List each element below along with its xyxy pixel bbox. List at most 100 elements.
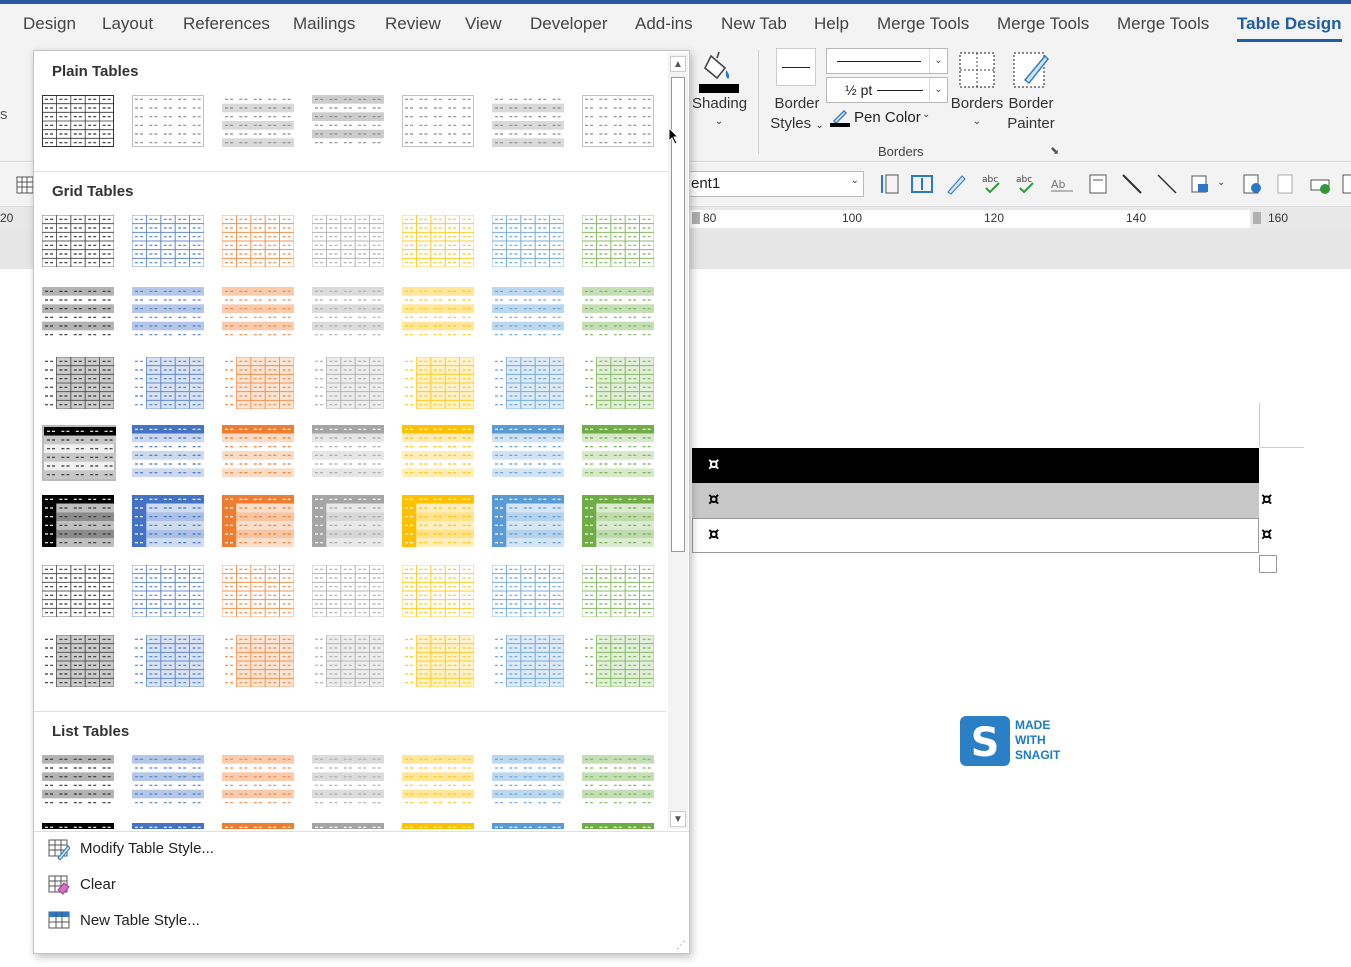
- table-style-thumb[interactable]: [42, 357, 116, 413]
- table-style-thumb[interactable]: [222, 425, 296, 481]
- tab-view[interactable]: View: [465, 14, 502, 34]
- table-style-thumb[interactable]: [222, 495, 296, 551]
- table-style-thumb[interactable]: [492, 357, 566, 413]
- table-style-thumb[interactable]: [42, 425, 116, 481]
- table-style-thumb[interactable]: [132, 755, 206, 811]
- clear-table-style-item[interactable]: Clear: [48, 871, 668, 899]
- table-row[interactable]: ¤: [692, 448, 1259, 483]
- table-style-thumb[interactable]: [492, 95, 566, 151]
- table-style-thumb[interactable]: [582, 357, 656, 413]
- pen-weight-combo[interactable]: ½ pt ⌄: [826, 77, 948, 103]
- tab-merge-tools-3[interactable]: Merge Tools: [1117, 14, 1209, 34]
- table-style-thumb[interactable]: [132, 565, 206, 621]
- modify-table-style-item[interactable]: Modify Table Style...: [48, 835, 668, 863]
- style-combo[interactable]: ent1 ⌄: [688, 171, 864, 197]
- table-style-thumb[interactable]: [402, 565, 476, 621]
- table-row[interactable]: ¤: [692, 483, 1259, 518]
- table-style-thumb[interactable]: [222, 755, 296, 811]
- document-gray-icon[interactable]: [1274, 172, 1298, 196]
- spelling-check-icon[interactable]: abc: [980, 172, 1004, 196]
- table-style-thumb[interactable]: [492, 287, 566, 343]
- draw-line-2-icon[interactable]: [1155, 172, 1179, 196]
- table-style-thumb[interactable]: [42, 635, 116, 691]
- pen-draw-icon[interactable]: [944, 172, 968, 196]
- table-style-thumb[interactable]: [42, 95, 116, 151]
- border-painter-button[interactable]: Border Painter: [1004, 48, 1058, 132]
- table-style-thumb[interactable]: [222, 357, 296, 413]
- table-style-thumb[interactable]: [492, 425, 566, 481]
- table-style-thumb[interactable]: [402, 95, 476, 151]
- table-style-thumb[interactable]: [582, 215, 656, 271]
- table-style-thumb[interactable]: [222, 635, 296, 691]
- table-style-thumb[interactable]: [492, 215, 566, 271]
- table-style-thumb[interactable]: [492, 755, 566, 811]
- strikethrough-abc-icon[interactable]: Ab: [1050, 172, 1074, 196]
- overflow-icon[interactable]: [1340, 172, 1351, 196]
- tab-add-ins[interactable]: Add-ins: [635, 14, 693, 34]
- table-style-thumb[interactable]: [42, 215, 116, 271]
- table-style-thumb[interactable]: [132, 495, 206, 551]
- new-table-style-item[interactable]: New Table Style...: [48, 907, 668, 935]
- gallery-scrollbar[interactable]: ▲ ▼: [668, 53, 688, 829]
- tab-merge-tools-2[interactable]: Merge Tools: [997, 14, 1089, 34]
- table-style-thumb[interactable]: [312, 495, 386, 551]
- pen-style-combo[interactable]: ⌄: [826, 48, 948, 74]
- table-style-thumb[interactable]: [132, 287, 206, 343]
- table-style-thumb[interactable]: [402, 357, 476, 413]
- tab-design[interactable]: Design: [23, 14, 76, 34]
- table-style-thumb[interactable]: [312, 565, 386, 621]
- table-style-thumb[interactable]: [42, 287, 116, 343]
- tab-mailings[interactable]: Mailings: [293, 14, 355, 34]
- tab-help[interactable]: Help: [814, 14, 849, 34]
- tab-new-tab[interactable]: New Tab: [721, 14, 787, 34]
- spelling-check-2-icon[interactable]: abc: [1014, 172, 1038, 196]
- table-style-thumb[interactable]: [492, 495, 566, 551]
- table-style-thumb[interactable]: [42, 495, 116, 551]
- tab-table-design[interactable]: Table Design: [1237, 14, 1342, 42]
- insert-field-icon[interactable]: [1190, 172, 1214, 196]
- table-row[interactable]: ¤: [692, 518, 1259, 553]
- scroll-down-arrow-icon[interactable]: ▼: [670, 811, 686, 827]
- table-grid-icon[interactable]: [16, 176, 34, 194]
- table-style-thumb[interactable]: [132, 823, 206, 829]
- pen-color-button[interactable]: Pen Color ⌄: [830, 107, 940, 129]
- table-style-thumb[interactable]: [582, 565, 656, 621]
- table-style-thumb[interactable]: [492, 565, 566, 621]
- table-style-thumb[interactable]: [582, 495, 656, 551]
- table-style-thumb[interactable]: [42, 823, 116, 829]
- page-icon[interactable]: [1086, 172, 1110, 196]
- distribute-rows-icon[interactable]: [910, 172, 934, 196]
- table-style-thumb[interactable]: [42, 755, 116, 811]
- table-style-thumb[interactable]: [312, 425, 386, 481]
- table-style-thumb[interactable]: [222, 287, 296, 343]
- tab-review[interactable]: Review: [385, 14, 441, 34]
- shading-dropdown-chevron-icon[interactable]: ⌄: [692, 112, 746, 132]
- table-style-thumb[interactable]: [312, 95, 386, 151]
- resize-grip-icon[interactable]: ⋰: [676, 940, 686, 951]
- table-style-thumb[interactable]: [402, 287, 476, 343]
- table-style-thumb[interactable]: [492, 823, 566, 829]
- tab-layout[interactable]: Layout: [102, 14, 153, 34]
- table-resize-handle[interactable]: [1259, 555, 1277, 573]
- table-style-thumb[interactable]: [222, 823, 296, 829]
- table-style-thumb[interactable]: [582, 95, 656, 151]
- table-style-thumb[interactable]: [42, 565, 116, 621]
- borders-button[interactable]: Borders ⌄: [950, 48, 1004, 132]
- table-style-thumb[interactable]: [402, 425, 476, 481]
- table-style-thumb[interactable]: [312, 755, 386, 811]
- table-style-thumb[interactable]: [312, 357, 386, 413]
- table-style-thumb[interactable]: [312, 635, 386, 691]
- table-style-thumb[interactable]: [582, 755, 656, 811]
- table-style-thumb[interactable]: [582, 823, 656, 829]
- tab-developer[interactable]: Developer: [530, 14, 608, 34]
- table-style-thumb[interactable]: [222, 565, 296, 621]
- tab-merge-tools-1[interactable]: Merge Tools: [877, 14, 969, 34]
- scroll-up-arrow-icon[interactable]: ▲: [670, 56, 686, 72]
- border-styles-button[interactable]: Border Styles ⌄: [770, 48, 824, 132]
- table-style-thumb[interactable]: [402, 823, 476, 829]
- printer-check-icon[interactable]: [1308, 172, 1332, 196]
- ruler-right-marker[interactable]: [1253, 212, 1261, 224]
- insert-field-chevron-icon[interactable]: ⌄: [1217, 177, 1225, 188]
- table-style-thumb[interactable]: [402, 755, 476, 811]
- table-style-thumb[interactable]: [132, 357, 206, 413]
